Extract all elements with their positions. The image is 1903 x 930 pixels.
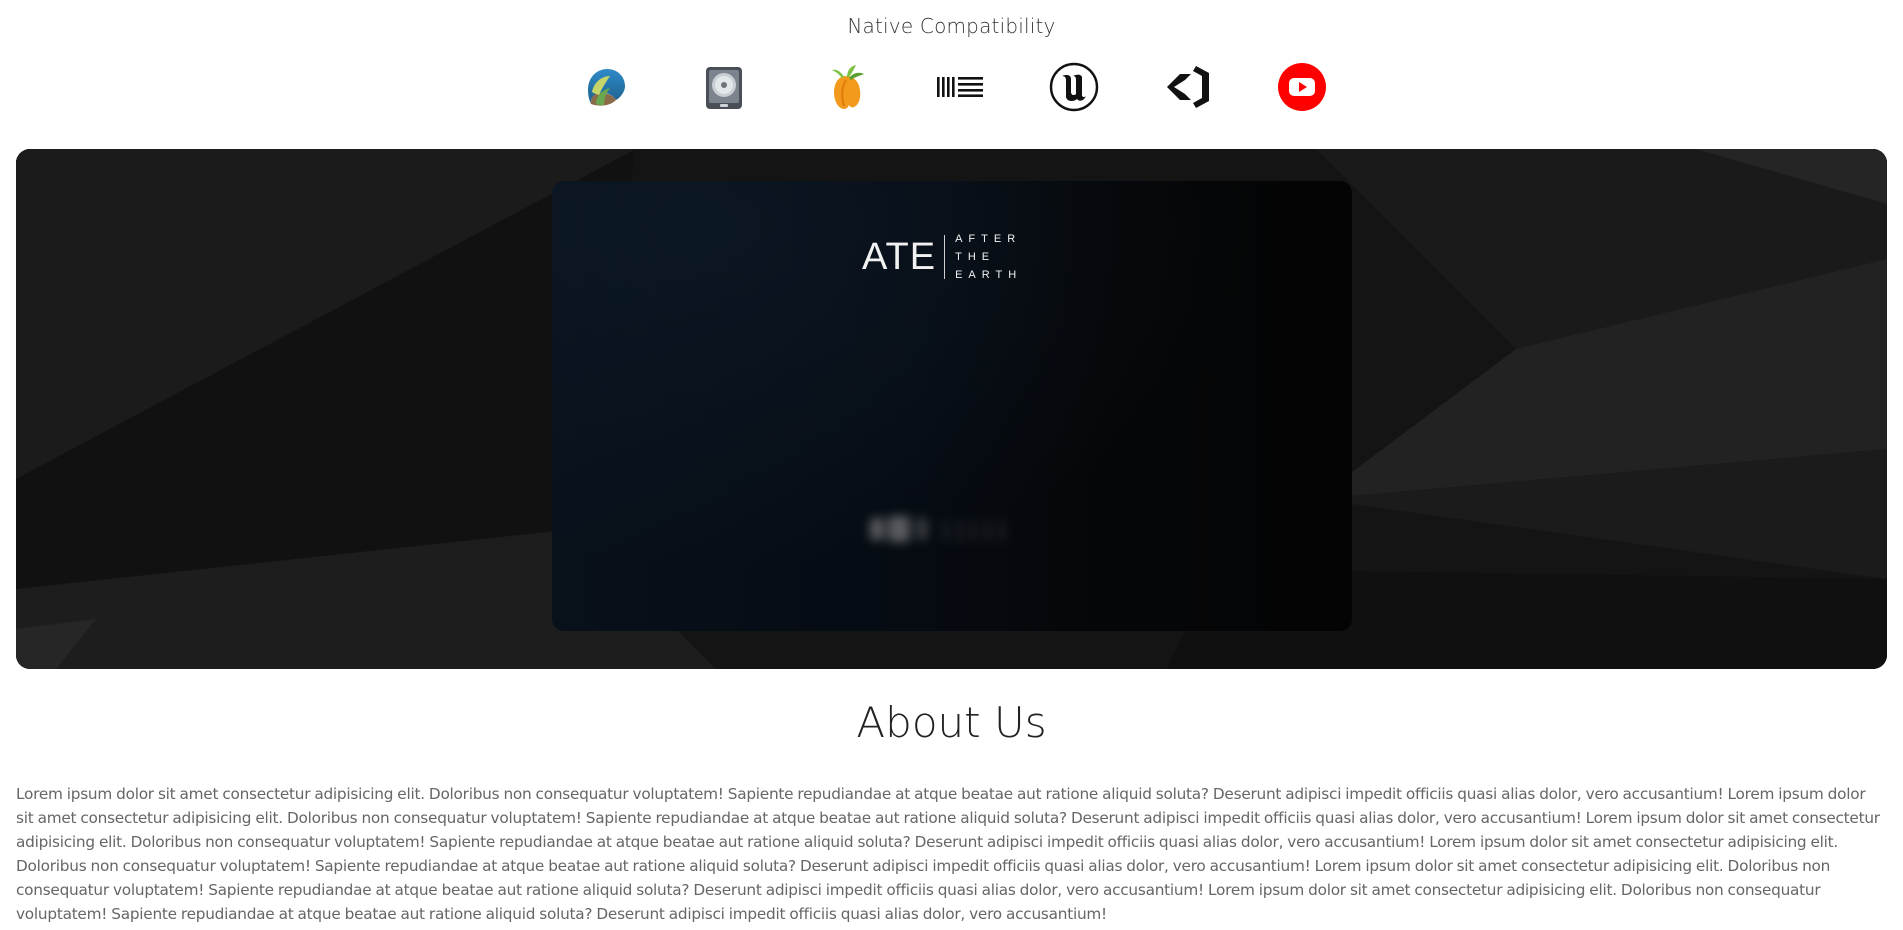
- page: Native Compatibility ATE AFTER THE EARTH…: [0, 0, 1903, 930]
- ate-logo-line-3: EARTH: [955, 269, 1023, 281]
- hero-banner: [16, 149, 1887, 669]
- logic-pro-icon[interactable]: [699, 62, 749, 112]
- ate-logo-tagline: AFTER THE EARTH: [945, 230, 1022, 284]
- compatibility-logo-row: [0, 62, 1903, 112]
- unity-icon[interactable]: [1164, 62, 1214, 112]
- ate-logo-line-2: THE: [955, 251, 996, 263]
- video-blurred-caption: [870, 510, 1040, 550]
- fl-studio-icon[interactable]: [822, 62, 872, 112]
- youtube-icon[interactable]: [1277, 62, 1327, 112]
- about-body: Lorem ipsum dolor sit amet consectetur a…: [16, 785, 1880, 923]
- ableton-icon[interactable]: [935, 62, 985, 112]
- ate-logo: ATE AFTER THE EARTH: [862, 232, 1022, 282]
- unreal-engine-icon[interactable]: [1049, 62, 1099, 112]
- ate-logo-line-1: AFTER: [955, 233, 1022, 245]
- ate-logo-main: ATE: [862, 235, 946, 279]
- compatibility-title: Native Compatibility: [847, 14, 1056, 38]
- reaper-icon[interactable]: [580, 62, 630, 112]
- about-title: About Us: [856, 698, 1047, 747]
